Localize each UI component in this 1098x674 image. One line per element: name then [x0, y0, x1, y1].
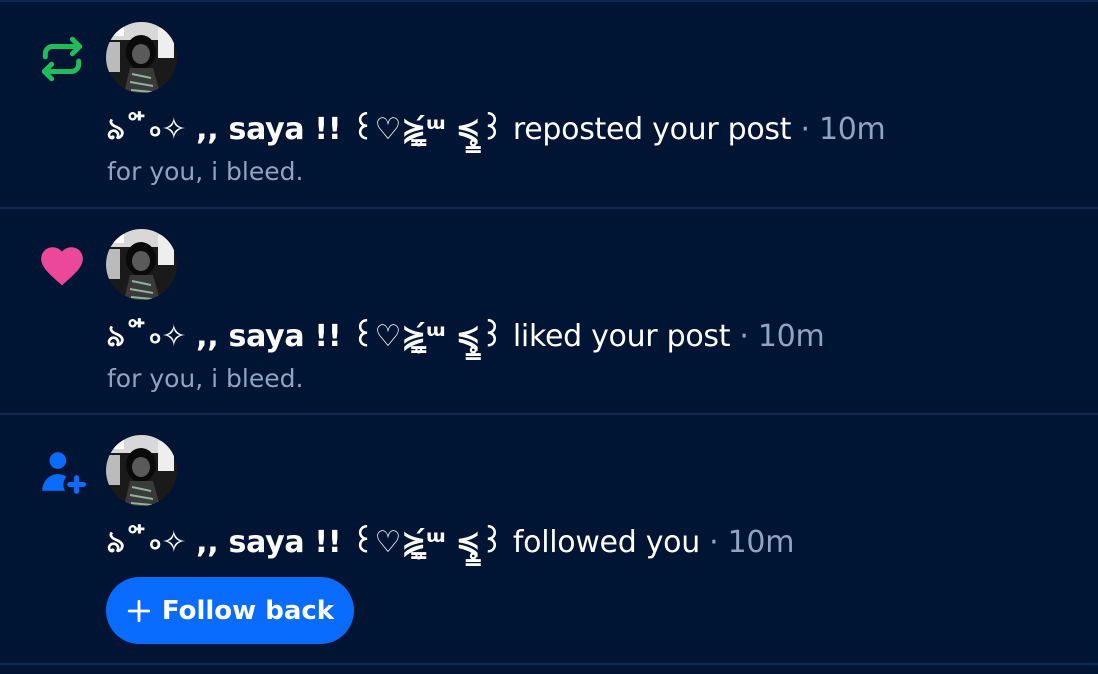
notification-text: ৯˚ ໋৹✧ ,, saya !! ꒰♡≽̳̥́ᵚ ≼̥̳꒱ liked you…: [106, 315, 825, 359]
author-name[interactable]: ৯˚ ໋৹✧ ,, saya !! ꒰♡≽̳̥́ᵚ ≼̥̳꒱: [106, 112, 504, 147]
plus-icon: [126, 598, 152, 624]
follow-back-label: Follow back: [161, 595, 335, 626]
action-text: followed you: [503, 525, 700, 560]
avatar[interactable]: [106, 22, 177, 93]
notification-text: ৯˚ ໋৹✧ ,, saya !! ꒰♡≽̳̥́ᵚ ≼̥̳꒱ reposted …: [106, 108, 886, 152]
avatar[interactable]: [106, 229, 177, 300]
timestamp: 10m: [818, 112, 886, 147]
post-snippet[interactable]: for you, i bleed.: [107, 154, 303, 190]
heart-icon: [37, 241, 87, 291]
notification-repost[interactable]: ৯˚ ໋৹✧ ,, saya !! ꒰♡≽̳̥́ᵚ ≼̥̳꒱ reposted …: [0, 2, 1098, 209]
author-name[interactable]: ৯˚ ໋৹✧ ,, saya !! ꒰♡≽̳̥́ᵚ ≼̥̳꒱: [106, 319, 504, 354]
author-name[interactable]: ৯˚ ໋৹✧ ,, saya !! ꒰♡≽̳̥́ᵚ ≼̥̳꒱: [106, 525, 504, 560]
repost-icon: [37, 34, 87, 84]
notification-like[interactable]: ৯˚ ໋৹✧ ,, saya !! ꒰♡≽̳̥́ᵚ ≼̥̳꒱ liked you…: [0, 209, 1098, 415]
notification-text: ৯˚ ໋৹✧ ,, saya !! ꒰♡≽̳̥́ᵚ ≼̥̳꒱ followed …: [106, 521, 794, 565]
notification-follow[interactable]: ৯˚ ໋৹✧ ,, saya !! ꒰♡≽̳̥́ᵚ ≼̥̳꒱ followed …: [0, 415, 1098, 665]
time-separator: ·: [699, 525, 728, 560]
timestamp: 10m: [757, 319, 825, 354]
avatar[interactable]: [106, 435, 177, 506]
follow-back-button[interactable]: Follow back: [106, 577, 354, 644]
post-snippet[interactable]: for you, i bleed.: [107, 361, 303, 397]
person-add-icon: [37, 447, 87, 497]
action-text: reposted your post: [503, 112, 792, 147]
action-text: liked your post: [503, 319, 731, 354]
notifications-feed: ৯˚ ໋৹✧ ,, saya !! ꒰♡≽̳̥́ᵚ ≼̥̳꒱ reposted …: [0, 0, 1098, 674]
time-separator: ·: [791, 112, 819, 147]
time-separator: ·: [730, 319, 758, 354]
timestamp: 10m: [727, 525, 795, 560]
